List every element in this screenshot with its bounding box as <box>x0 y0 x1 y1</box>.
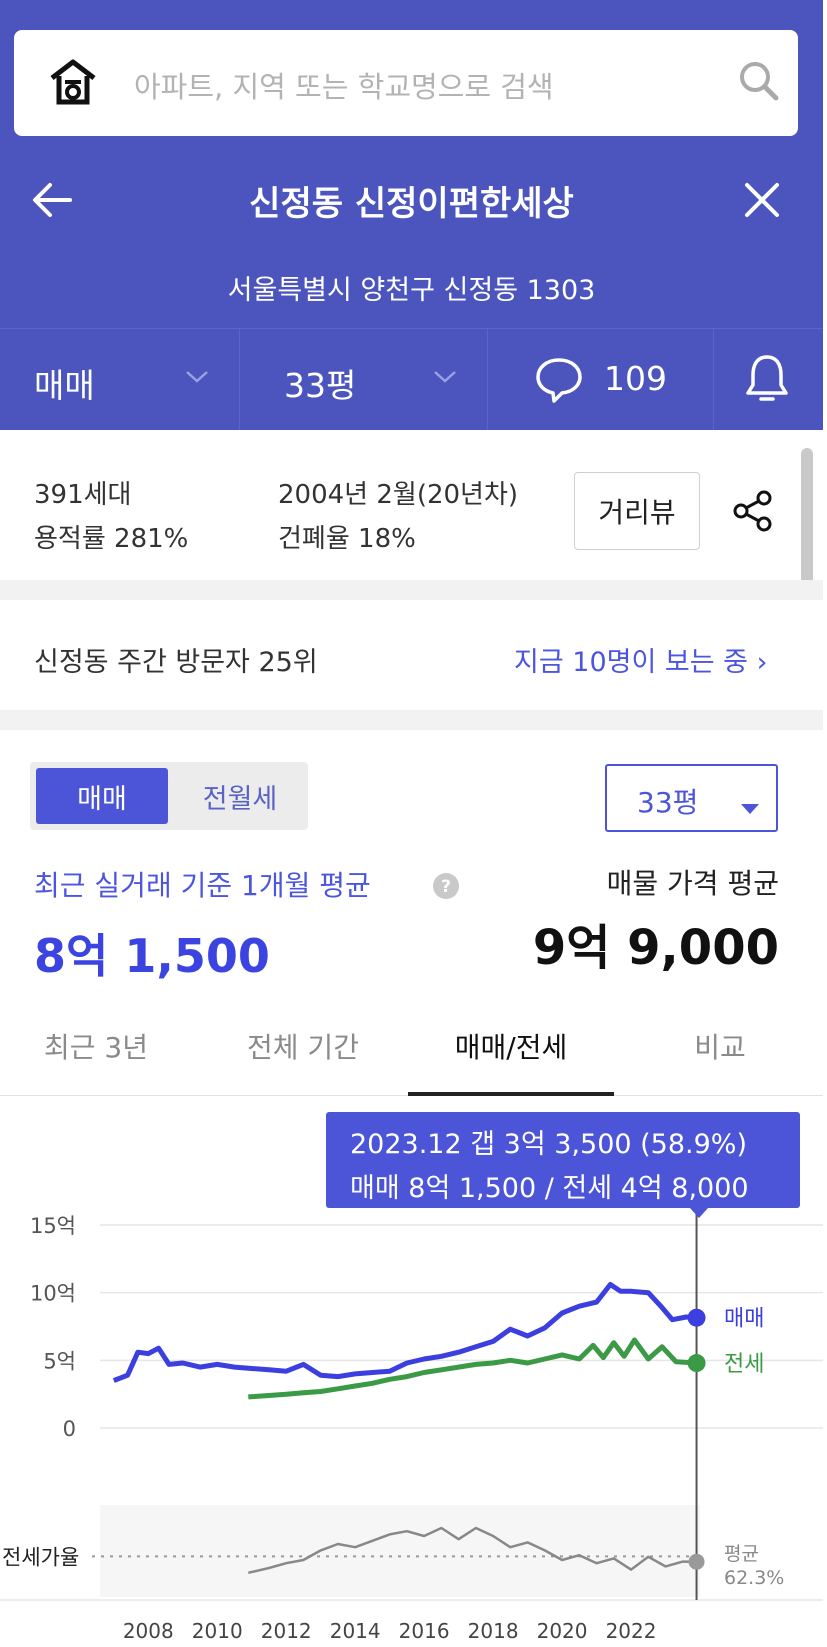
y-tick-label: 5억 <box>43 1349 76 1373</box>
listing-avg-label: 매물 가격 평균 <box>606 867 779 900</box>
size-label: 33평 <box>284 366 357 405</box>
tooltip-gap: 2023.12 갭 3억 3,500 (58.9%) <box>350 1129 747 1160</box>
tooltip-prices: 매매 8억 1,500 / 전세 4억 8,000 <box>350 1173 749 1204</box>
build-date: 2004년 2월(20년차) <box>278 480 519 510</box>
x-tick-label: 2010 <box>192 1619 243 1643</box>
section-divider <box>0 580 823 600</box>
x-tick-label: 2018 <box>468 1619 519 1643</box>
search-input[interactable]: 아파트, 지역 또는 학교명으로 검색 <box>134 64 554 106</box>
tab-sale-jeonse[interactable]: 매매/전세 <box>408 1026 614 1066</box>
tab-compare[interactable]: 비교 <box>640 1026 800 1066</box>
x-tick-label: 2008 <box>123 1619 174 1643</box>
x-tick-label: 2020 <box>537 1619 588 1643</box>
svg-text:?: ? <box>441 877 451 897</box>
scrollbar[interactable] <box>801 448 813 598</box>
x-tick-label: 2016 <box>399 1619 450 1643</box>
ratio-avg-label: 평균 <box>724 1543 759 1565</box>
close-icon[interactable] <box>744 182 780 222</box>
sale-line <box>112 1282 697 1383</box>
chevron-down-icon <box>432 369 458 389</box>
jeonse-end-point <box>687 1354 706 1373</box>
size-select-value: 33평 <box>637 786 699 819</box>
app-header: 아파트, 지역 또는 학교명으로 검색 신정동 신정이편한세상 서울특별시 양천… <box>0 0 823 431</box>
notification-button[interactable] <box>714 329 823 431</box>
complex-title: 신정동 신정이편한세상 <box>249 184 574 224</box>
bell-icon <box>744 353 790 409</box>
price-chart[interactable]: 15억 10억 5억 0 2008 2010 2012 2014 2016 20… <box>0 1200 823 1647</box>
help-icon[interactable]: ? <box>432 872 460 904</box>
period-tabs: 최근 3년 전체 기간 매매/전세 비교 <box>0 1010 823 1096</box>
legend-sale: 매매 <box>724 1307 764 1332</box>
ratio-axis-label: 전세가율 <box>2 1545 79 1569</box>
listing-avg-value: 9억 9,000 <box>532 920 779 976</box>
rent-segment[interactable]: 전월세 <box>176 768 304 824</box>
active-tab-underline <box>408 1092 614 1096</box>
comments-button[interactable]: 109 <box>488 329 714 431</box>
watching-now-link[interactable]: 지금 10명이 보는 중 › <box>514 640 767 679</box>
size-dropdown[interactable]: 33평 <box>240 329 488 431</box>
street-view-button[interactable]: 거리뷰 <box>574 472 700 550</box>
sale-segment[interactable]: 매매 <box>36 768 168 824</box>
search-bar[interactable]: 아파트, 지역 또는 학교명으로 검색 <box>14 30 798 136</box>
section-divider <box>0 710 823 730</box>
complex-address: 서울특별시 양천구 신정동 1303 <box>227 275 596 306</box>
y-tick-label: 10억 <box>30 1282 76 1306</box>
home-logo-icon[interactable] <box>48 58 98 110</box>
x-tick-label: 2012 <box>261 1619 312 1643</box>
ratio-panel <box>100 1505 700 1597</box>
search-icon[interactable] <box>736 58 782 108</box>
trade-type-dropdown[interactable]: 매매 <box>0 329 240 431</box>
caret-down-icon <box>739 790 761 823</box>
option-bar: 매매 33평 109 <box>0 328 823 431</box>
deal-type-toggle: 매매 전월세 <box>30 762 308 830</box>
x-tick-label: 2022 <box>606 1619 657 1643</box>
share-icon[interactable] <box>732 490 774 536</box>
comment-count: 109 <box>604 359 667 398</box>
visitor-banner[interactable]: 신정동 주간 방문자 25위 지금 10명이 보는 중 › <box>0 600 823 710</box>
coverage-ratio: 건폐율 18% <box>278 524 416 554</box>
ratio-avg-value: 62.3% <box>724 1567 784 1589</box>
tab-recent-3y[interactable]: 최근 3년 <box>18 1026 174 1066</box>
x-axis-labels: 2008 2010 2012 2014 2016 2018 2020 2022 <box>123 1619 657 1643</box>
tooltip-pointer <box>690 1208 708 1218</box>
households: 391세대 <box>34 480 132 510</box>
size-select[interactable]: 33평 <box>605 764 778 832</box>
speech-bubble-icon <box>534 355 584 409</box>
legend-jeonse: 전세 <box>724 1352 764 1377</box>
y-tick-label: 15억 <box>30 1214 76 1238</box>
sale-end-point <box>687 1308 706 1327</box>
chart-tooltip: 2023.12 갭 3억 3,500 (58.9%) 매매 8억 1,500 /… <box>326 1112 800 1218</box>
y-axis-labels: 15억 10억 5억 0 <box>30 1214 76 1441</box>
recent-avg-label: 최근 실거래 기준 1개월 평균 <box>34 869 371 902</box>
y-tick-label: 0 <box>63 1417 76 1441</box>
tab-all-period[interactable]: 전체 기간 <box>218 1026 388 1066</box>
recent-avg-value: 8억 1,500 <box>34 929 270 983</box>
visitor-rank: 신정동 주간 방문자 25위 <box>34 647 318 678</box>
floor-area-ratio: 용적률 281% <box>34 524 189 554</box>
x-tick-label: 2014 <box>330 1619 381 1643</box>
chevron-down-icon <box>184 369 210 389</box>
trade-type-label: 매매 <box>34 366 95 405</box>
complex-info: 391세대 용적률 281% 2004년 2월(20년차) 건폐율 18% 거리… <box>0 430 823 580</box>
title-bar: 신정동 신정이편한세상 <box>0 160 823 240</box>
ratio-end-point <box>688 1553 705 1570</box>
